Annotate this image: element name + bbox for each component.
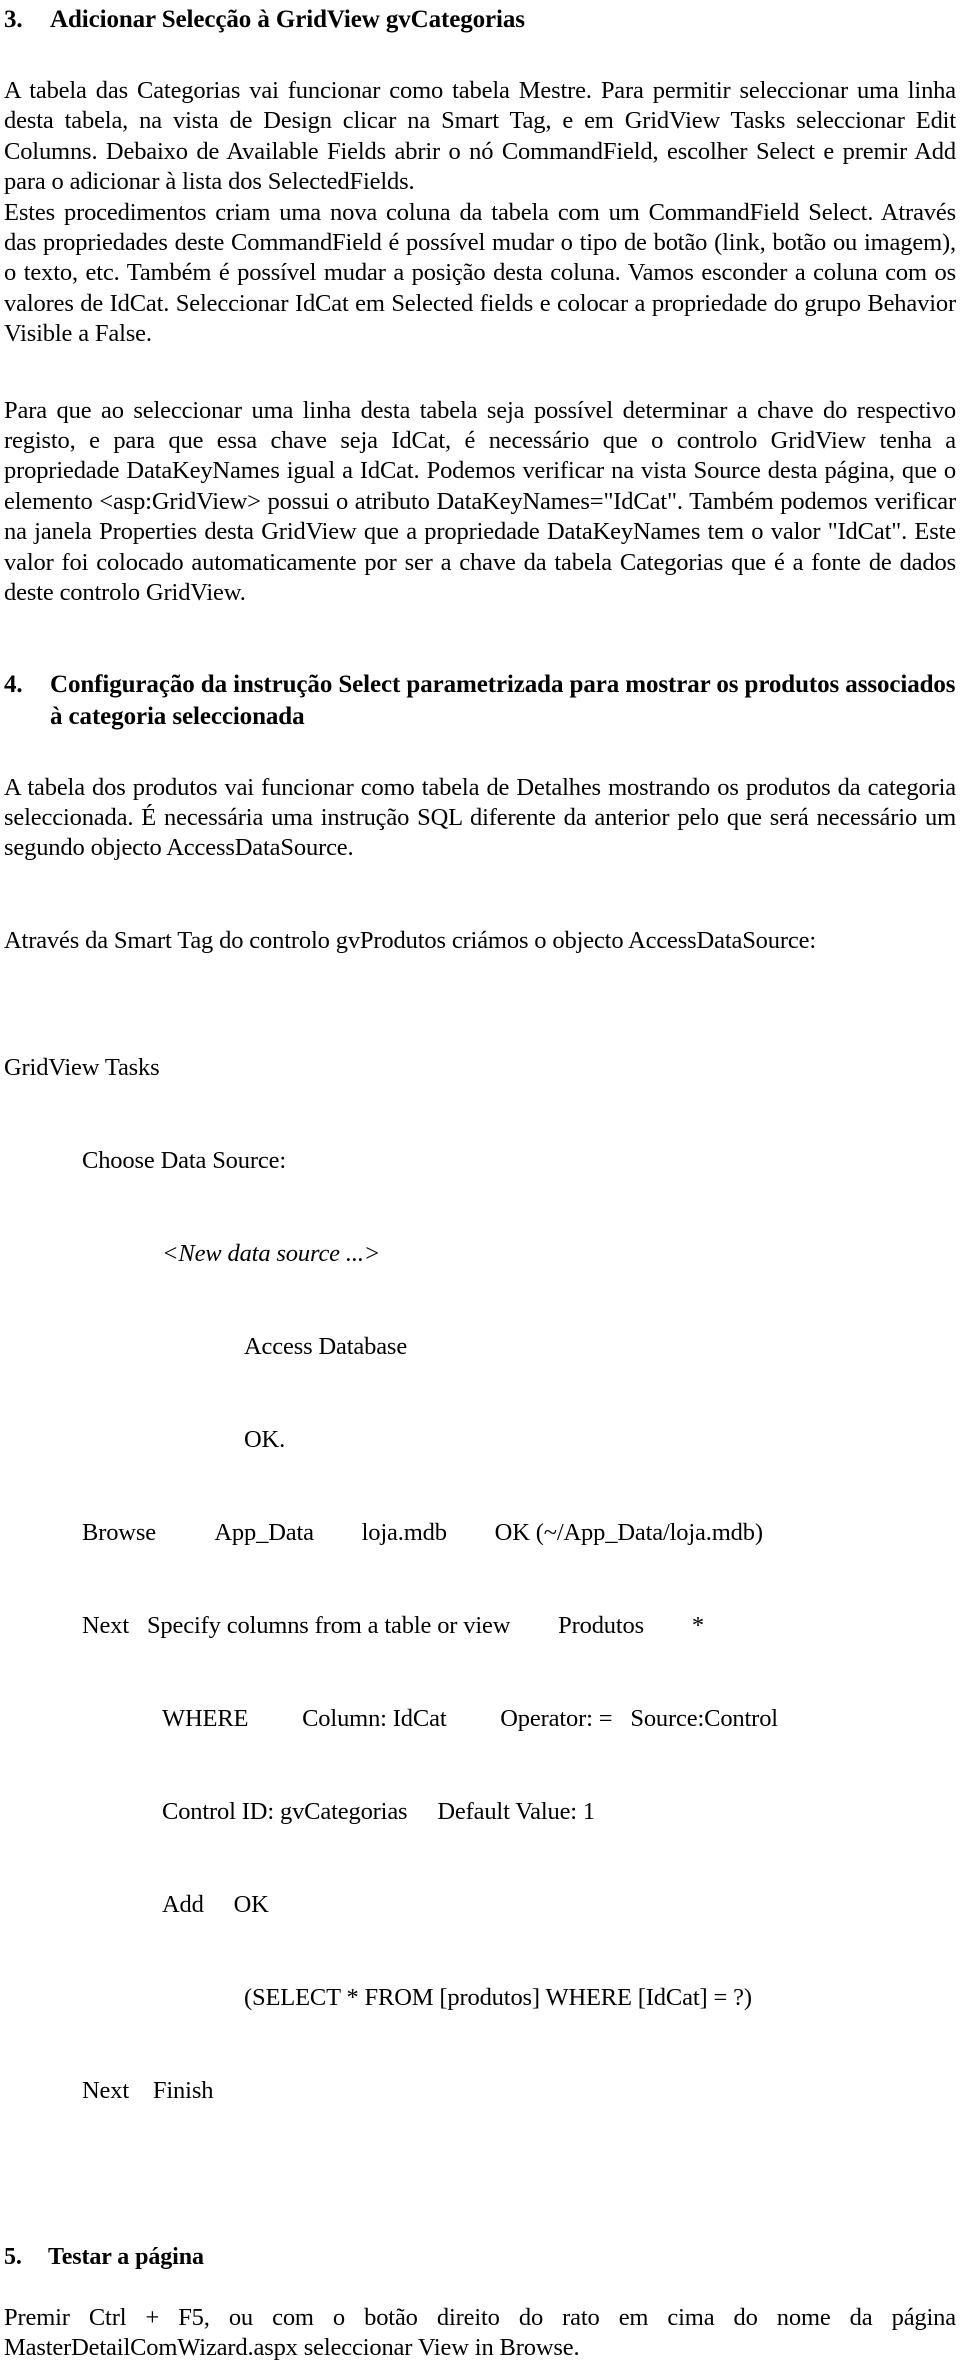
section-5-title: Testar a página: [48, 2244, 204, 2271]
wizard-step-line: Browse App_Data loja.mdb OK (~/App_Data/…: [82, 1519, 763, 1547]
section-4-paragraph-2: Através da Smart Tag do controlo gvProdu…: [4, 926, 816, 954]
section-3-title: Adicionar Selecção à GridView gvCategori…: [50, 6, 525, 33]
section-3-heading: 3. Adicionar Selecção à GridView gvCateg…: [4, 0, 956, 36]
wizard-step-line: <New data source ...>: [162, 1240, 381, 1268]
section-4-heading: 4. Configuração da instrução Select para…: [4, 665, 956, 733]
wizard-step-line: Choose Data Source:: [82, 1147, 286, 1175]
wizard-step-line: OK.: [244, 1426, 286, 1454]
section-3-paragraph-3: Para que ao seleccionar uma linha desta …: [4, 396, 956, 607]
wizard-step-line: (SELECT * FROM [produtos] WHERE [IdCat] …: [244, 1984, 752, 2012]
wizard-step-line: Next Finish: [82, 2077, 214, 2105]
section-5-heading: 5. Testar a página: [4, 2240, 956, 2273]
section-4-number: 4.: [4, 670, 23, 698]
section-4-title: Configuração da instrução Select paramet…: [50, 670, 956, 730]
gridview-tasks-steps: GridView Tasks Choose Data Source: <New …: [4, 990, 956, 2168]
section-4-paragraph-1: A tabela dos produtos vai funcionar como…: [4, 773, 956, 862]
section-3-paragraph-2: Estes procedimentos criam uma nova colun…: [4, 198, 956, 348]
wizard-step-line: Control ID: gvCategorias Default Value: …: [162, 1798, 596, 1826]
wizard-step-line: Add OK: [162, 1891, 269, 1919]
wizard-step-line: Next Specify columns from a table or vie…: [82, 1612, 704, 1640]
section-5-number: 5.: [4, 2244, 22, 2271]
section-5-paragraph-1: Premir Ctrl + F5, ou com o botão direito…: [4, 2303, 956, 2362]
section-3-number: 3.: [4, 6, 23, 33]
wizard-title: GridView Tasks: [4, 1054, 160, 1082]
section-3-paragraph-1: A tabela das Categorias vai funcionar co…: [4, 77, 956, 196]
document-page: 3. Adicionar Selecção à GridView gvCateg…: [0, 0, 960, 2361]
wizard-step-line: WHERE Column: IdCat Operator: = Source:C…: [162, 1705, 778, 1733]
wizard-step-line: Access Database: [244, 1333, 408, 1361]
